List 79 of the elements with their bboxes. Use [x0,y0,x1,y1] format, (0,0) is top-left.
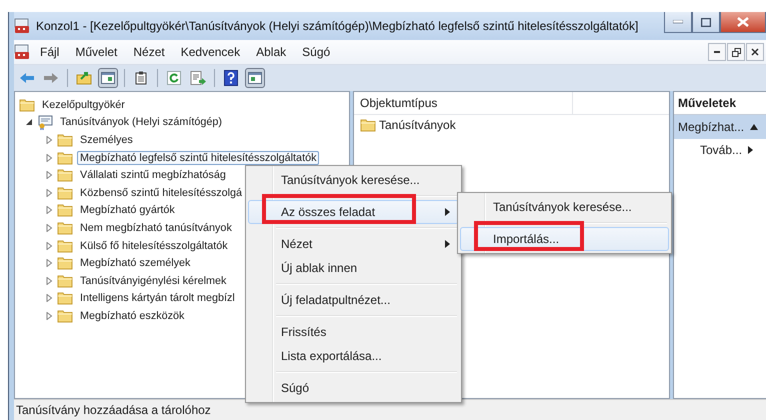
folder-icon [57,274,73,288]
folder-icon [57,186,73,200]
folder-icon [57,238,73,253]
submenu-arrow-icon [748,146,754,154]
expand-arrow-icon[interactable] [45,259,53,268]
minimize-icon [714,51,720,53]
collapse-arrow-icon[interactable] [25,118,33,126]
expand-arrow-icon[interactable] [45,294,53,302]
maximize-button[interactable] [692,12,720,33]
console-icon [14,44,30,60]
restore-button[interactable] [727,43,745,61]
tree-item[interactable]: Külső fő hitelesítésszolgáltatók [77,238,231,253]
folder-icon [57,150,73,165]
menu-item[interactable]: Új ablak innen [248,256,459,280]
folder-icon [360,118,376,132]
folder-icon [57,168,73,182]
folder-icon [57,256,73,270]
menu-item[interactable]: Új feladatpultnézet... [248,288,459,312]
folder-icon [57,291,73,306]
menu-item[interactable]: Művelet [69,45,124,59]
menu-item[interactable]: Súgó [296,45,336,59]
tree-item[interactable]: Intelligens kártyán tárolt megbízl [77,291,238,306]
menu-item[interactable]: Nézet [127,45,171,59]
certificate-computer-icon [37,114,53,130]
menu-item[interactable]: Lista exportálása... [248,344,459,368]
menu-item[interactable]: Ablak [250,45,292,59]
tree-item[interactable]: Tanúsítványigénylési kérelmek [77,274,230,288]
expand-arrow-icon[interactable] [45,206,53,214]
close-icon [751,48,759,56]
folder-icon [57,132,73,147]
section-title: Megbízhat... [678,120,744,134]
tree-item[interactable]: Tanúsítványok (Helyi számítógép) [57,115,226,130]
actions-section[interactable]: Megbízhat... [674,115,766,139]
refresh-icon[interactable] [164,68,184,88]
collapse-arrow-icon[interactable] [750,124,758,130]
action-item[interactable]: Továb... [700,143,742,157]
tree-item[interactable]: Megbízható legfelső szintű hitelesítésszolgáltatók [77,150,320,165]
tree-item[interactable]: Vállalati szintű megbízhatóság [77,168,229,182]
maximize-icon [701,18,711,26]
menu-item[interactable]: Súgó [248,376,459,400]
tree-item[interactable]: Közbenső szintű hitelesítésszolgá [77,186,246,200]
restore-icon [732,48,740,56]
menu-item[interactable]: Fájl [34,45,66,59]
export-list-icon[interactable] [188,68,208,88]
close-button[interactable] [746,43,764,61]
expand-arrow-icon[interactable] [45,276,53,285]
tree-pane-icon[interactable] [98,68,118,88]
tree-item[interactable]: Személyes [77,132,136,147]
expand-arrow-icon[interactable] [45,136,53,144]
list-item[interactable]: Tanúsítványok [379,118,456,132]
folder-icon [19,98,35,112]
expand-arrow-icon[interactable] [45,171,53,180]
menu-item[interactable]: Kedvencek [174,45,246,59]
console-icon [14,18,30,34]
menu-item[interactable]: Frissítés [248,320,459,344]
tree-item[interactable]: Kezelőpultgyökér [39,98,128,112]
status-text: Tanúsítvány hozzáadása a tárolóhoz [16,403,211,417]
menu-item[interactable]: Tanúsítványok keresése... [460,195,669,219]
menu-item[interactable]: Nézet [248,232,459,256]
window-title: Konzol1 - [Kezelőpultgyökér\Tanúsítványok (Helyi számítógép)\Megbízható legfelső szintű hitelesítésszolgáltatók] [36,19,638,33]
help-icon[interactable] [221,68,241,88]
minimize-icon [673,20,683,24]
folder-icon [57,308,73,323]
tree-item[interactable]: Megbízható eszközök [77,308,188,323]
close-icon [737,17,749,27]
expand-arrow-icon[interactable] [45,188,53,197]
tree-item[interactable]: Megbízható személyek [77,256,194,270]
tree-item[interactable]: Nem megbízható tanúsítványok [77,220,235,235]
folder-icon [57,220,73,235]
column-header[interactable]: Objektumtípus [354,92,573,114]
minimize-button[interactable] [708,43,726,61]
expand-arrow-icon[interactable] [45,242,53,250]
expand-arrow-icon[interactable] [45,224,53,232]
action-pane-icon[interactable] [245,68,265,88]
expand-arrow-icon[interactable] [45,312,53,320]
menu-item[interactable]: Tanúsítványok keresése... [248,168,459,192]
tree-item[interactable]: Megbízható gyártók [77,203,178,218]
folder-icon [57,203,73,218]
expand-arrow-icon[interactable] [45,154,53,162]
